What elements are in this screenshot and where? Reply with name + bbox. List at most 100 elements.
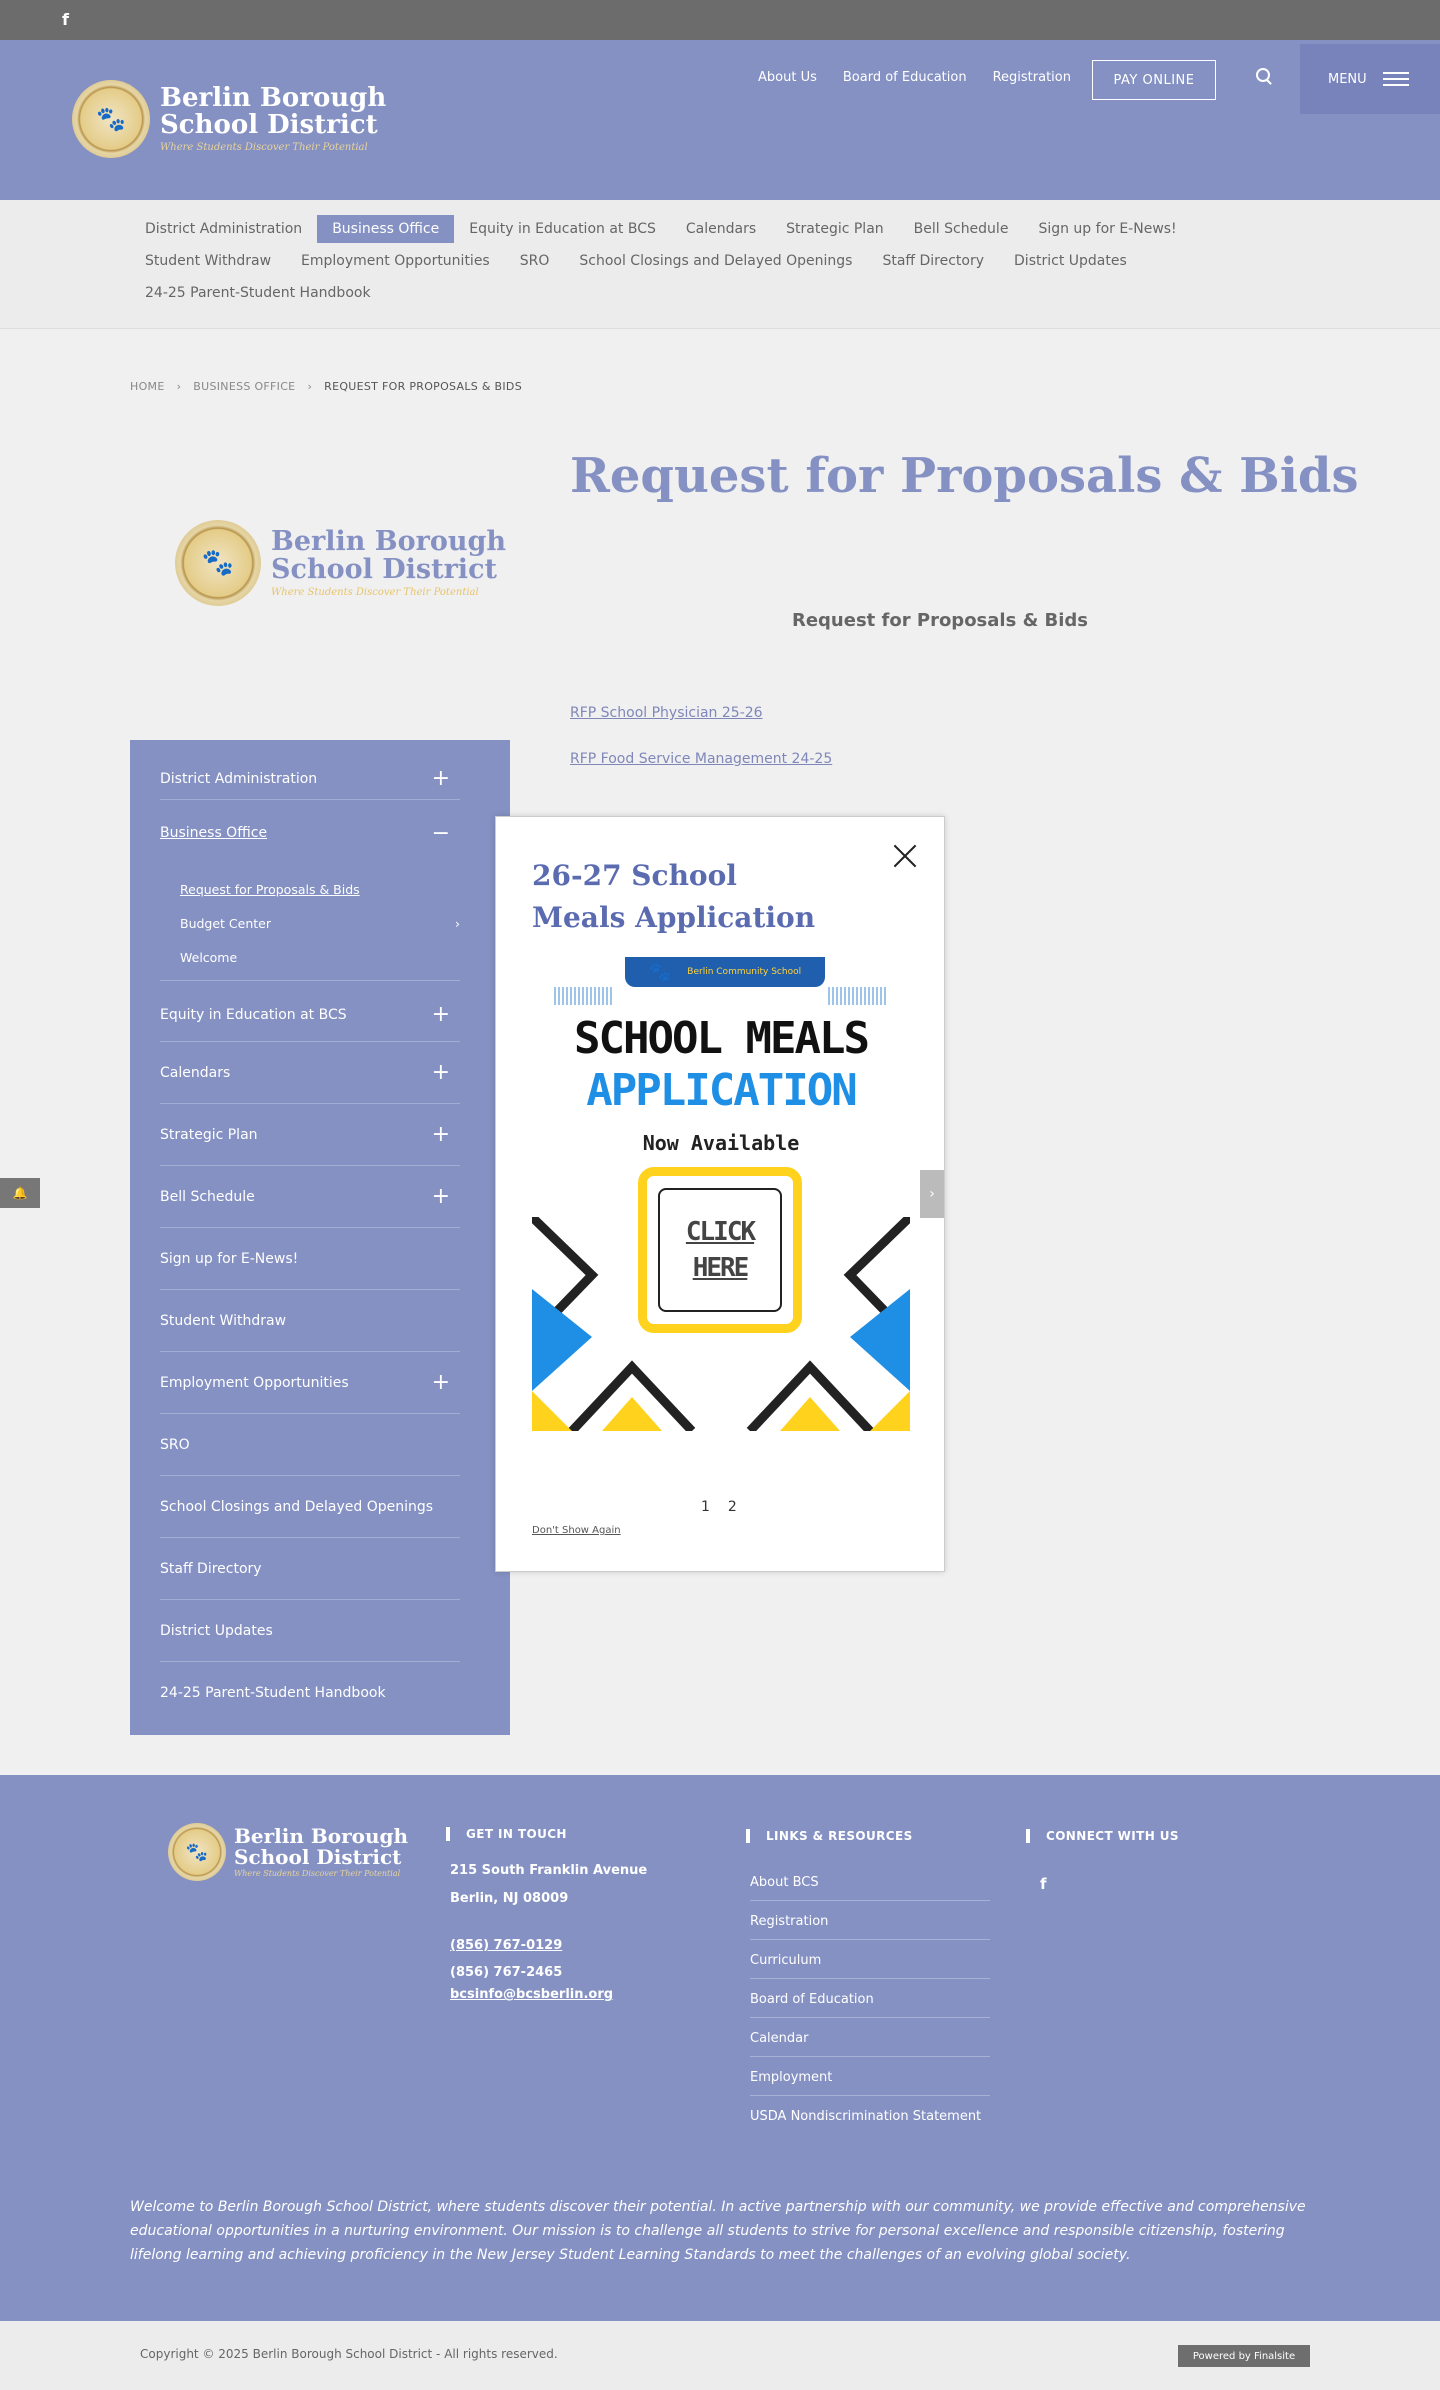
footer-mission-statement: Welcome to Berlin Borough School Distric… (130, 2199, 1306, 2263)
footer-phone[interactable]: (856) 767-0129 (450, 1938, 562, 1953)
chevron-right-icon[interactable]: › (455, 916, 460, 931)
logo-tagline: Where Students Discover Their Potential (160, 141, 368, 153)
sidebar-item-sro[interactable]: SRO (160, 1414, 460, 1476)
lion-paw-seal: 🐾 (72, 80, 150, 158)
sidebar-item-label: 24-25 Parent-Student Handbook (160, 1685, 386, 1701)
menu-button[interactable]: MENU (1300, 44, 1440, 114)
sidebar-item-equity[interactable]: Equity in Education at BCS + (160, 988, 460, 1042)
next-slide-arrow[interactable]: › (920, 1170, 944, 1218)
section-nav-item[interactable]: Bell Schedule (899, 215, 1024, 243)
sidebar-item-label: School Closings and Delayed Openings (160, 1498, 434, 1515)
footer-link-calendar[interactable]: Calendar (750, 2031, 990, 2057)
section-nav-item[interactable]: Employment Opportunities (286, 247, 505, 275)
promo-graphic (532, 1217, 910, 1431)
footer-link-registration[interactable]: Registration (750, 1914, 990, 1940)
footer-link-curriculum[interactable]: Curriculum (750, 1953, 990, 1979)
sidebar-item-label: Staff Directory (160, 1560, 262, 1577)
rfp-link-food-service[interactable]: RFP Food Service Management 24-25 (570, 751, 832, 767)
sidebar-item-staff-directory[interactable]: Staff Directory (160, 1538, 460, 1600)
section-nav-item[interactable]: SRO (505, 247, 565, 275)
footer-link-usda[interactable]: USDA Nondiscrimination Statement (750, 2109, 990, 2134)
expand-icon[interactable]: + (432, 1060, 450, 1085)
sidebar-item-label: Bell Schedule (160, 1188, 255, 1205)
sidebar-item-strategic-plan[interactable]: Strategic Plan + (160, 1104, 460, 1166)
sidebar-item-label: Employment Opportunities (160, 1374, 349, 1391)
section-nav-item[interactable]: Equity in Education at BCS (454, 215, 671, 243)
expand-icon[interactable]: + (432, 1002, 450, 1027)
sidebar-subitem-label: Budget Center (180, 916, 272, 931)
search-icon[interactable] (1256, 68, 1270, 82)
sidebar-item-employment[interactable]: Employment Opportunities + (160, 1352, 460, 1414)
bell-icon[interactable]: 🔔 (0, 1178, 40, 1208)
expand-icon[interactable]: + (432, 1184, 450, 1209)
section-nav-item[interactable]: Sign up for E-News! (1023, 215, 1191, 243)
section-nav-item[interactable]: Strategic Plan (771, 215, 899, 243)
sidebar-subitem-welcome[interactable]: Welcome (180, 950, 237, 965)
sidebar-subitem-budget-center[interactable]: Budget Center › (180, 916, 460, 931)
section-nav-row-3: 24-25 Parent-Student Handbook (130, 279, 386, 307)
sidebar-item-label: District Updates (160, 1622, 273, 1639)
facebook-icon[interactable]: f (1040, 1875, 1047, 1893)
util-link-registration[interactable]: Registration (993, 70, 1071, 85)
section-nav-item[interactable]: Calendars (671, 215, 771, 243)
sidebar-item-enews[interactable]: Sign up for E-News! (160, 1228, 460, 1290)
expand-icon[interactable]: + (432, 766, 450, 791)
promo-dots (828, 987, 888, 1005)
sidebar-item-student-withdraw[interactable]: Student Withdraw (160, 1290, 460, 1352)
section-nav-item[interactable]: 24-25 Parent-Student Handbook (130, 279, 386, 307)
breadcrumb-section[interactable]: BUSINESS OFFICE (193, 380, 295, 393)
sidebar-item-bell-schedule[interactable]: Bell Schedule + (160, 1166, 460, 1228)
sidebar-item-label: Business Office (160, 825, 268, 841)
page-subtitle: Request for Proposals & Bids (791, 610, 1089, 631)
util-link-about[interactable]: About Us (758, 70, 817, 85)
section-nav-item[interactable]: District Administration (130, 215, 317, 243)
sidebar-item-business-office[interactable]: Business Office − (160, 815, 460, 851)
logo-line2: School District (160, 110, 378, 141)
footer-link-board[interactable]: Board of Education (750, 1992, 990, 2018)
section-nav-item[interactable]: Staff Directory (867, 247, 999, 275)
collapse-icon[interactable]: − (432, 821, 450, 846)
section-nav-row-2: Student Withdraw Employment Opportunitie… (130, 247, 1142, 275)
school-meals-promo-image[interactable]: 🐾 Berlin Community School SCHOOL MEALS A… (532, 957, 910, 1431)
pay-online-button[interactable]: PAY ONLINE (1092, 60, 1216, 100)
footer-connect-heading: CONNECT WITH US (1026, 1829, 1179, 1843)
section-nav-item[interactable]: Student Withdraw (130, 247, 286, 275)
divider (160, 980, 460, 981)
promo-line1: SCHOOL MEALS (574, 1013, 870, 1064)
sidebar-item-calendars[interactable]: Calendars + (160, 1042, 460, 1104)
footer-email[interactable]: bcsinfo@bcsberlin.org (450, 1987, 613, 2002)
expand-icon[interactable]: + (432, 1122, 450, 1147)
close-icon[interactable] (892, 843, 918, 869)
section-nav: District Administration Business Office … (0, 200, 1440, 329)
logo-line1: Berlin Borough (271, 525, 506, 557)
lion-paw-seal: 🐾 (175, 520, 261, 606)
breadcrumb-home[interactable]: HOME (130, 380, 165, 393)
footer-logo[interactable]: 🐾 Berlin Borough School District Where S… (168, 1823, 408, 1881)
sidebar-item-handbook[interactable]: 24-25 Parent-Student Handbook (160, 1662, 460, 1724)
logo-tagline: Where Students Discover Their Potential (234, 1868, 401, 1878)
site-logo[interactable]: 🐾 Berlin Borough School District Where S… (72, 80, 386, 158)
section-nav-item-active[interactable]: Business Office (317, 215, 455, 243)
chevron-right-icon: › (307, 380, 313, 393)
util-link-board[interactable]: Board of Education (843, 70, 967, 85)
pager-page-2[interactable]: 2 (728, 1499, 737, 1515)
footer-link-about[interactable]: About BCS (750, 1875, 990, 1901)
footer-link-employment[interactable]: Employment (750, 2070, 990, 2096)
logo-line2: School District (234, 1844, 402, 1869)
logo-line1: Berlin Borough (160, 82, 387, 113)
chevron-right-icon: › (176, 380, 182, 393)
sidebar-item-district-administration[interactable]: District Administration + (160, 758, 460, 800)
powered-by-finalsite-badge[interactable]: Powered by Finalsite (1178, 2345, 1310, 2367)
expand-icon[interactable]: + (432, 1370, 450, 1395)
sidebar-item-district-updates[interactable]: District Updates (160, 1600, 460, 1662)
rfp-link-physician[interactable]: RFP School Physician 25-26 (570, 705, 763, 721)
sidebar-item-school-closings[interactable]: School Closings and Delayed Openings (160, 1476, 460, 1538)
site-header: 🐾 Berlin Borough School District Where S… (0, 40, 1440, 200)
pager-page-1[interactable]: 1 (701, 1499, 710, 1515)
sidebar-subitem-rfp[interactable]: Request for Proposals & Bids (180, 882, 360, 897)
sidebar-nav: District Administration + Business Offic… (130, 740, 510, 1735)
dont-show-again-link[interactable]: Don't Show Again (532, 1525, 621, 1536)
section-nav-item[interactable]: District Updates (999, 247, 1142, 275)
section-nav-item[interactable]: School Closings and Delayed Openings (564, 247, 867, 275)
facebook-icon[interactable]: f (62, 10, 69, 29)
